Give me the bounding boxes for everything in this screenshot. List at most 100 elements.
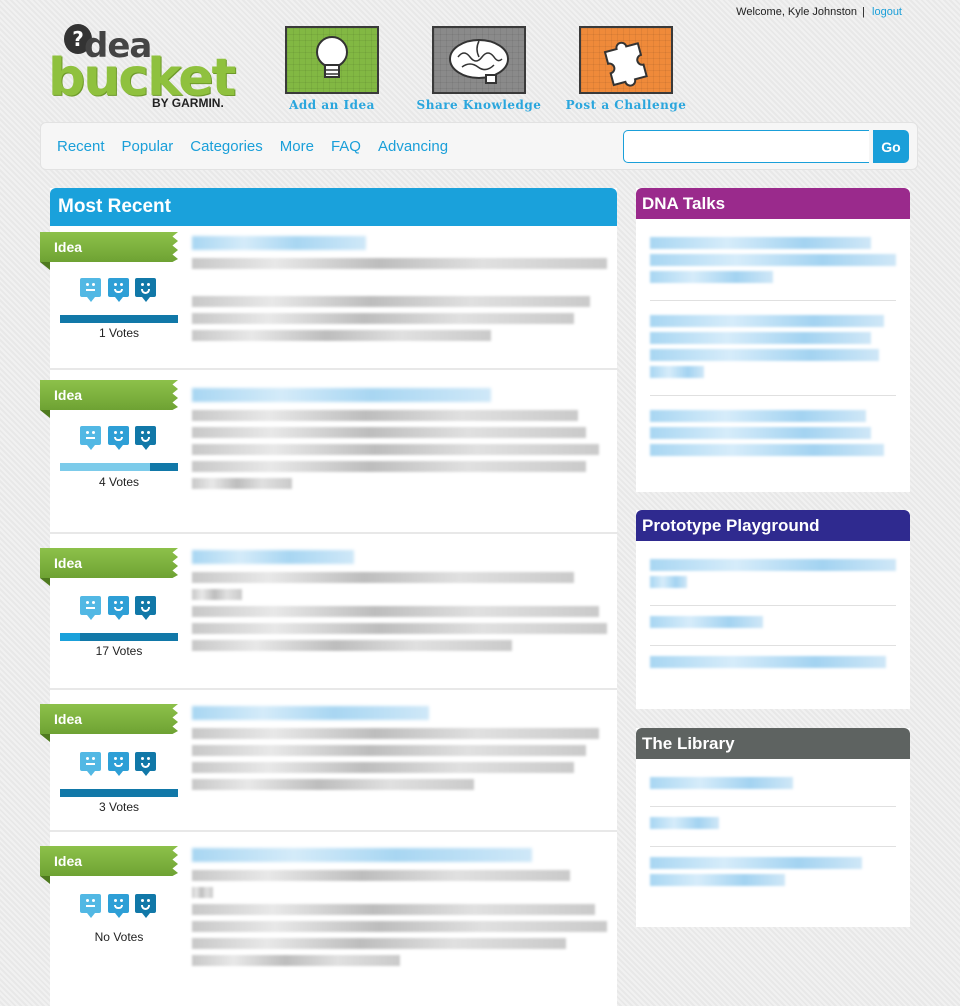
lightbulb-icon [316, 36, 348, 78]
most-recent-panel: Most Recent Idea 1 Votes Idea 4 Votes Id… [40, 188, 617, 1006]
prototype-link[interactable] [650, 646, 896, 685]
nav-categories[interactable]: Categories [190, 138, 263, 155]
item-content-redacted[interactable] [192, 236, 607, 347]
library-title: The Library [636, 728, 910, 759]
smile-face-icon[interactable] [107, 278, 129, 302]
vote-faces [80, 752, 156, 776]
main-nav: Recent Popular Categories More FAQ Advan… [40, 122, 918, 170]
neutral-face-icon[interactable] [80, 278, 101, 302]
ribbon-fold [40, 734, 50, 742]
neutral-face-icon[interactable] [80, 426, 101, 450]
item-content-redacted[interactable] [192, 848, 607, 972]
ribbon-fold [40, 410, 50, 418]
logout-link[interactable]: logout [872, 6, 902, 18]
vote-count: 1 Votes [98, 326, 140, 340]
library-link[interactable] [650, 807, 896, 847]
happy-face-icon[interactable] [135, 426, 156, 450]
idea-list-item[interactable]: Idea 1 Votes [40, 226, 617, 370]
happy-face-icon[interactable] [135, 278, 156, 302]
library-list [636, 759, 910, 913]
idea-bucket-logo[interactable]: ? dea bucket BY GARMIN. [48, 22, 248, 112]
nav-recent[interactable]: Recent [57, 138, 105, 155]
nav-advancing[interactable]: Advancing [378, 138, 448, 155]
most-recent-title: Most Recent [50, 188, 617, 226]
vote-count: 17 Votes [95, 644, 143, 658]
idea-list-item[interactable]: Idea 4 Votes [40, 370, 617, 534]
post-challenge-box[interactable] [579, 26, 673, 94]
idea-tag: Idea [40, 232, 178, 262]
prototype-playground-list [636, 541, 910, 695]
library-link[interactable] [650, 847, 896, 903]
share-knowledge-box[interactable] [432, 26, 526, 94]
idea-list-item[interactable]: Idea 3 Votes [40, 690, 617, 832]
nav-popular[interactable]: Popular [122, 138, 174, 155]
library-panel: The Library [636, 728, 910, 927]
dna-talk-link[interactable] [650, 227, 896, 301]
dna-talk-link[interactable] [650, 396, 896, 473]
happy-face-icon[interactable] [135, 596, 156, 620]
search-go-button[interactable]: Go [873, 130, 909, 163]
add-idea-label[interactable]: Add an Idea [257, 98, 407, 112]
prototype-playground-title: Prototype Playground [636, 510, 910, 541]
welcome-bar: Welcome, Kyle Johnston | logout [736, 6, 902, 18]
vote-count: 4 Votes [98, 475, 140, 489]
search-input[interactable] [623, 130, 869, 163]
ribbon-fold [40, 876, 50, 884]
vote-bar-fill [60, 463, 150, 471]
happy-face-icon[interactable] [135, 894, 156, 918]
smile-face-icon[interactable] [107, 596, 129, 620]
idea-tag: Idea [40, 380, 178, 410]
neutral-face-icon[interactable] [80, 752, 101, 776]
add-idea-box[interactable] [285, 26, 379, 94]
add-idea-tile[interactable]: Add an Idea [257, 26, 407, 112]
idea-list-item[interactable]: Idea No Votes [40, 832, 617, 1006]
vote-bar [60, 315, 178, 323]
puzzle-icon [603, 41, 648, 87]
nav-links: Recent Popular Categories More FAQ Advan… [57, 138, 465, 155]
vote-bar [60, 633, 178, 641]
neutral-face-icon[interactable] [80, 894, 101, 918]
share-knowledge-tile[interactable]: Share Knowledge [404, 26, 554, 112]
brain-icon [449, 39, 509, 84]
idea-tag: Idea [40, 704, 178, 734]
smile-face-icon[interactable] [107, 426, 129, 450]
dna-talks-title: DNA Talks [636, 188, 910, 219]
vote-bar [60, 789, 178, 797]
prototype-link[interactable] [650, 606, 896, 646]
smile-face-icon[interactable] [107, 752, 129, 776]
vote-count: No Votes [94, 930, 144, 944]
smile-face-icon[interactable] [107, 894, 129, 918]
search-form: Go [623, 130, 909, 163]
dna-talk-link[interactable] [650, 301, 896, 396]
item-content-redacted[interactable] [192, 550, 607, 657]
vote-bar-fill [60, 633, 81, 641]
library-link[interactable] [650, 767, 896, 807]
vote-faces [80, 278, 156, 302]
item-content-redacted[interactable] [192, 388, 607, 495]
welcome-text: Welcome, Kyle Johnston [736, 6, 858, 18]
prototype-playground-panel: Prototype Playground [636, 510, 910, 709]
vote-faces [80, 426, 156, 450]
ribbon-fold [40, 262, 50, 270]
dna-talks-panel: DNA Talks [636, 188, 910, 492]
post-challenge-tile[interactable]: Post a Challenge [551, 26, 701, 112]
vote-faces [80, 596, 156, 620]
post-challenge-label[interactable]: Post a Challenge [551, 98, 701, 112]
logo-by-garmin: BY GARMIN. [152, 96, 224, 110]
welcome-separator: | [862, 6, 865, 18]
vote-faces [80, 894, 156, 918]
idea-tag: Idea [40, 846, 178, 876]
idea-tag: Idea [40, 548, 178, 578]
idea-list-item[interactable]: Idea 17 Votes [40, 534, 617, 690]
happy-face-icon[interactable] [135, 752, 156, 776]
nav-more[interactable]: More [280, 138, 314, 155]
nav-faq[interactable]: FAQ [331, 138, 361, 155]
dna-talks-list [636, 219, 910, 483]
item-content-redacted[interactable] [192, 706, 607, 796]
ribbon-fold [40, 578, 50, 586]
prototype-link[interactable] [650, 549, 896, 606]
vote-bar [60, 463, 178, 471]
neutral-face-icon[interactable] [80, 596, 101, 620]
share-knowledge-label[interactable]: Share Knowledge [404, 98, 554, 112]
vote-count: 3 Votes [98, 800, 140, 814]
